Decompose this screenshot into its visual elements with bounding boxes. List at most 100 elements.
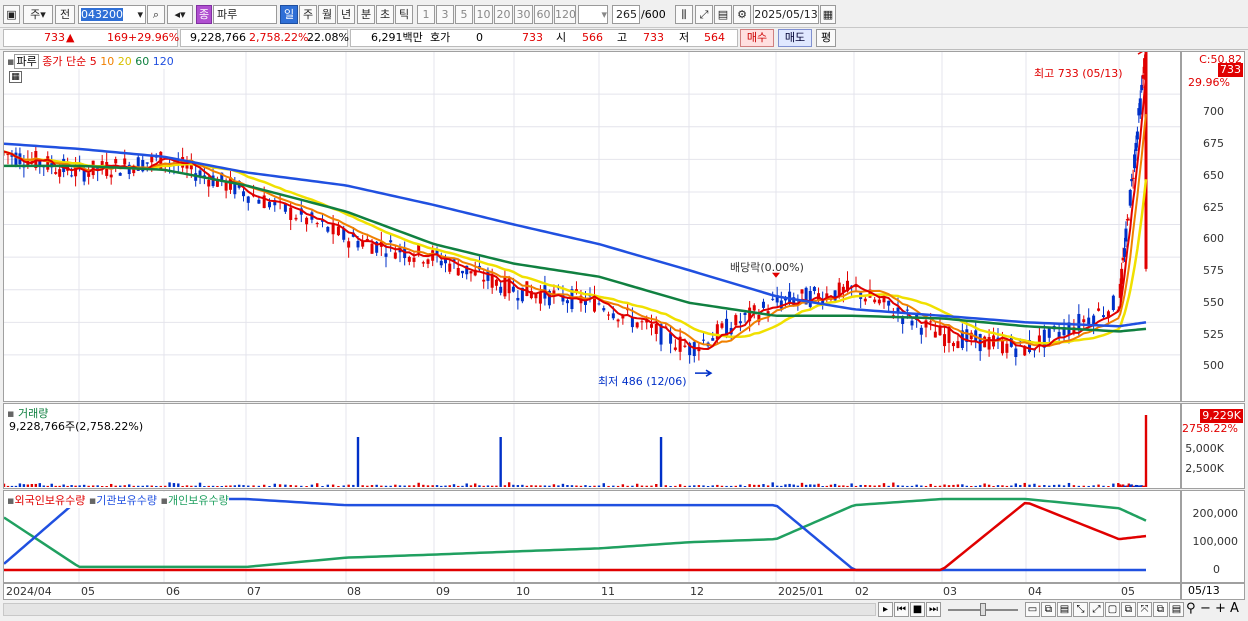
candle-body [82,170,86,182]
volume-bar [659,437,663,487]
volume-bar [262,484,266,487]
volume-y-axis: 9,229K 2758.22% 5,000K 2,500K [1181,403,1245,489]
zoom-icon[interactable]: ⚲ [1186,601,1196,616]
volume-bar [268,485,271,487]
zoom-out-icon[interactable]: − [1200,601,1211,616]
minute-60[interactable]: 60 [534,5,553,24]
expand-icon[interactable]: ⤡ [1073,602,1088,617]
calendar-icon[interactable]: ▦ [820,5,836,24]
period-tick[interactable]: 틱 [395,5,413,24]
candle-icon[interactable]: ⫼ [675,5,693,24]
volume-bar [1023,482,1026,487]
stock-name-field[interactable]: 파루 [213,5,277,24]
candle-body [305,217,309,225]
trade-amount: 6,291백만 [371,31,423,44]
volume-bar [864,484,867,487]
period-day[interactable]: 일 [280,5,298,24]
volume-bar [66,485,69,487]
layout-icon-2[interactable]: ⧉ [1041,602,1056,617]
axis-volume-pct: 2758.22% [1182,422,1238,435]
link-icon[interactable]: ⤧ [1137,602,1152,617]
window-icon-1[interactable]: ▢ [1105,602,1120,617]
stop-icon[interactable]: ■ [910,602,925,617]
scroll-right-icon[interactable]: ▸ [878,602,893,617]
volume-bar [842,485,845,487]
market-select[interactable]: 주▾ [23,5,53,24]
y-tick: 525 [1203,328,1224,341]
period-month[interactable]: 월 [318,5,336,24]
x-tick: 08 [347,585,361,598]
date-input[interactable]: 2025/05/13 [753,5,819,24]
candle-body [877,299,881,304]
volume-bar [342,485,345,487]
table-icon[interactable]: ▦ [9,71,22,83]
layout-icon-3[interactable]: ▤ [1057,602,1072,617]
zoom-in-icon[interactable]: + [1215,601,1226,616]
minute-30[interactable]: 30 [514,5,533,24]
volume-bar [539,485,542,487]
volume-bar [440,485,443,487]
y-tick: 2,500K [1185,462,1224,475]
volume-bar [655,483,658,487]
copy-icon[interactable]: ⧉ [1153,602,1168,617]
minute-20[interactable]: 20 [494,5,513,24]
candle-body [788,291,792,303]
volume-bar [252,485,255,487]
volume-bar [352,484,355,487]
horizontal-scrollbar[interactable] [3,603,876,616]
candle-body [294,217,298,220]
speaker-icon[interactable]: ◂▾ [167,5,193,24]
volume-bar [490,485,494,487]
period-minute[interactable]: 분 [357,5,375,24]
volume-ratio: 2,758.22% [249,31,309,44]
collapse-icon[interactable]: ⤢ [1089,602,1104,617]
font-size-icon[interactable]: A [1230,601,1239,616]
volume-pane[interactable]: ▪ 거래량 9,228,766주(2,758.22%) [3,403,1181,489]
window-icon-2[interactable]: ⧉ [1121,602,1136,617]
period-second[interactable]: 초 [376,5,394,24]
custom-period-select[interactable]: ▾ [578,5,608,24]
prev-button[interactable]: 전 [55,5,75,24]
volume-bar [482,485,485,487]
count-total: /600 [641,8,666,21]
volume-bar [300,485,303,487]
volume-bar [278,484,282,487]
volume-chart[interactable] [4,404,1180,488]
zoom-slider-handle[interactable] [980,603,986,616]
minute-120[interactable]: 120 [554,5,576,24]
holdings-pane[interactable]: ▪외국인보유수량 ▪기관보유수량 ▪개인보유수량 [3,490,1181,583]
layout-icon-1[interactable]: ▭ [1025,602,1040,617]
volume-bar [664,485,668,487]
save-icon[interactable]: ▤ [714,5,732,24]
volume-bar [18,483,22,487]
sell-button[interactable]: 매도 [778,29,812,47]
price-chart[interactable] [4,52,1180,401]
price-chart-pane[interactable]: ▪ 파루 종가 단순 5 10 20 60 120 ▦ 최고 733 (05/13… [3,51,1181,402]
minute-1[interactable]: 1 [417,5,435,24]
x-tick: 12 [690,585,704,598]
avg-button[interactable]: 평 [816,29,836,47]
candle-body [1077,313,1081,329]
code-input[interactable]: 043200 ▾ [78,5,146,24]
rewind-icon[interactable]: ⏮ [894,602,909,617]
draw-icon[interactable]: ⤢ [695,5,713,24]
gear-icon[interactable]: ⚙ [733,5,751,24]
buy-button[interactable]: 매수 [740,29,774,47]
legend-foreign: 외국인보유수량 [14,494,86,507]
volume-bar [635,483,639,487]
volume-bar [906,485,909,487]
minute-10[interactable]: 10 [474,5,493,24]
minute-3[interactable]: 3 [436,5,454,24]
minute-5[interactable]: 5 [455,5,473,24]
search-icon[interactable]: ⌕ [147,5,165,24]
fast-forward-icon[interactable]: ⏭ [926,602,941,617]
window-icon[interactable]: ▣ [3,5,20,24]
volume-bar [965,485,969,487]
period-year[interactable]: 년 [337,5,355,24]
period-week[interactable]: 주 [299,5,317,24]
volume-value: 9,228,766주(2,758.22%) [9,420,144,433]
candle-body [635,322,639,328]
volume-bar [159,485,162,487]
print-icon[interactable]: ▤ [1169,602,1184,617]
count-input[interactable]: 265 [612,5,640,24]
